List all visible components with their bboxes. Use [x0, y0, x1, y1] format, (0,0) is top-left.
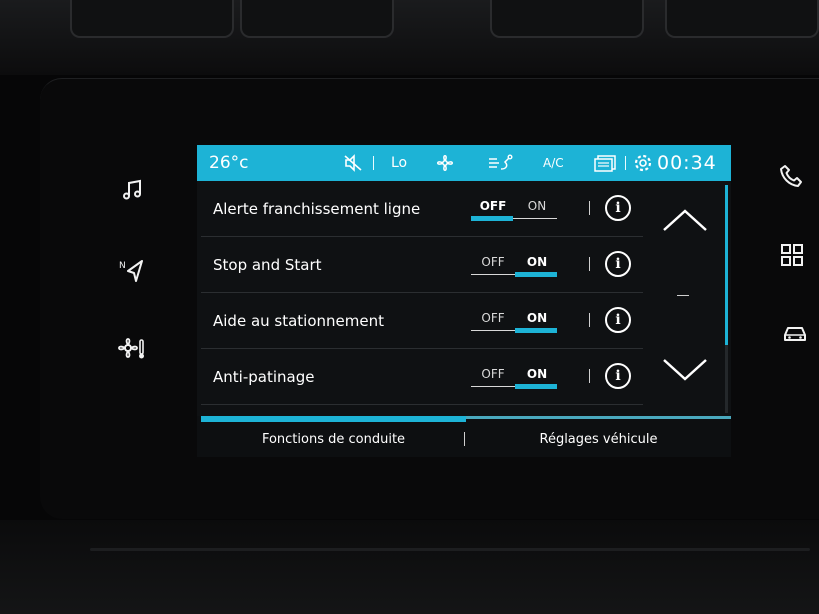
tab-driving-functions[interactable]: Fonctions de conduite	[201, 422, 466, 457]
info-icon[interactable]: i	[605, 307, 631, 333]
setting-label: Aide au stationnement	[213, 311, 384, 330]
settings-row: Stop and Start OFF ON i	[201, 237, 643, 293]
tab-bar: Fonctions de conduite Réglages véhicule	[197, 416, 731, 457]
scroll-down-icon[interactable]	[661, 357, 709, 387]
scrollbar-thumb[interactable]	[725, 185, 728, 345]
toggle-off-option[interactable]: OFF	[471, 367, 515, 381]
row-divider	[589, 201, 590, 215]
fan-level[interactable]: Lo	[391, 145, 407, 181]
apps-icon[interactable]	[777, 240, 807, 270]
mute-icon[interactable]	[343, 145, 363, 181]
infotainment-screen: 26°c Lo A/C 00:34 Alerte franchissement …	[197, 145, 731, 457]
toggle-off-option[interactable]: OFF	[471, 199, 515, 213]
toggle-indicator	[515, 328, 557, 333]
air-vent	[490, 0, 644, 38]
climate-icon[interactable]	[117, 333, 147, 363]
svg-text:N: N	[119, 261, 126, 271]
toggle-on-option[interactable]: ON	[515, 199, 559, 213]
dashboard-vents	[0, 0, 819, 75]
toggle-off-option[interactable]: OFF	[471, 311, 515, 325]
lane-departure-toggle[interactable]: OFF ON	[471, 199, 559, 221]
air-vent	[240, 0, 394, 38]
toggle-on-option[interactable]: ON	[515, 311, 559, 325]
row-divider	[589, 257, 590, 271]
tab-separator	[464, 432, 465, 446]
tab-vehicle-settings[interactable]: Réglages véhicule	[466, 422, 731, 457]
setting-label: Stop and Start	[213, 255, 322, 274]
scroll-up-icon[interactable]	[661, 207, 709, 237]
stop-start-toggle[interactable]: OFF ON	[471, 255, 559, 277]
fan-icon[interactable]	[434, 145, 456, 181]
setting-label: Anti-patinage	[213, 367, 315, 386]
status-separator	[373, 156, 374, 170]
trim-line	[90, 548, 810, 551]
screen-icon[interactable]	[593, 145, 617, 181]
settings-row: Aide au stationnement OFF ON i	[201, 293, 643, 349]
toggle-on-option[interactable]: ON	[515, 367, 559, 381]
music-icon[interactable]	[117, 175, 147, 205]
toggle-indicator	[515, 384, 557, 389]
scroll-position-marker	[677, 295, 689, 296]
toggle-indicator	[515, 272, 557, 277]
air-distribution-icon[interactable]	[487, 145, 513, 181]
info-icon[interactable]: i	[605, 195, 631, 221]
info-icon[interactable]: i	[605, 251, 631, 277]
dashboard-lower	[0, 520, 819, 614]
car-icon[interactable]	[780, 318, 810, 348]
clock: 00:34	[657, 152, 717, 174]
info-icon[interactable]: i	[605, 363, 631, 389]
air-vent	[665, 0, 819, 38]
phone-icon[interactable]	[776, 161, 806, 191]
settings-row: Alerte franchissement ligne OFF ON i	[201, 181, 643, 237]
row-divider	[589, 313, 590, 327]
temperature-readout[interactable]: 26°c	[209, 145, 248, 181]
traction-control-toggle[interactable]: OFF ON	[471, 367, 559, 389]
navigation-icon[interactable]: N	[117, 256, 147, 286]
settings-row: Anti-patinage OFF ON i	[201, 349, 643, 405]
air-vent	[70, 0, 234, 38]
status-separator	[625, 156, 626, 170]
settings-icon[interactable]	[633, 145, 653, 181]
setting-label: Alerte franchissement ligne	[213, 199, 421, 218]
status-bar: 26°c Lo A/C 00:34	[197, 145, 731, 181]
toggle-on-option[interactable]: ON	[515, 255, 559, 269]
toggle-indicator	[471, 216, 513, 221]
toggle-off-option[interactable]: OFF	[471, 255, 515, 269]
row-divider	[589, 369, 590, 383]
parking-aid-toggle[interactable]: OFF ON	[471, 311, 559, 333]
scroll-controls	[647, 181, 731, 417]
ac-button[interactable]: A/C	[543, 145, 564, 181]
